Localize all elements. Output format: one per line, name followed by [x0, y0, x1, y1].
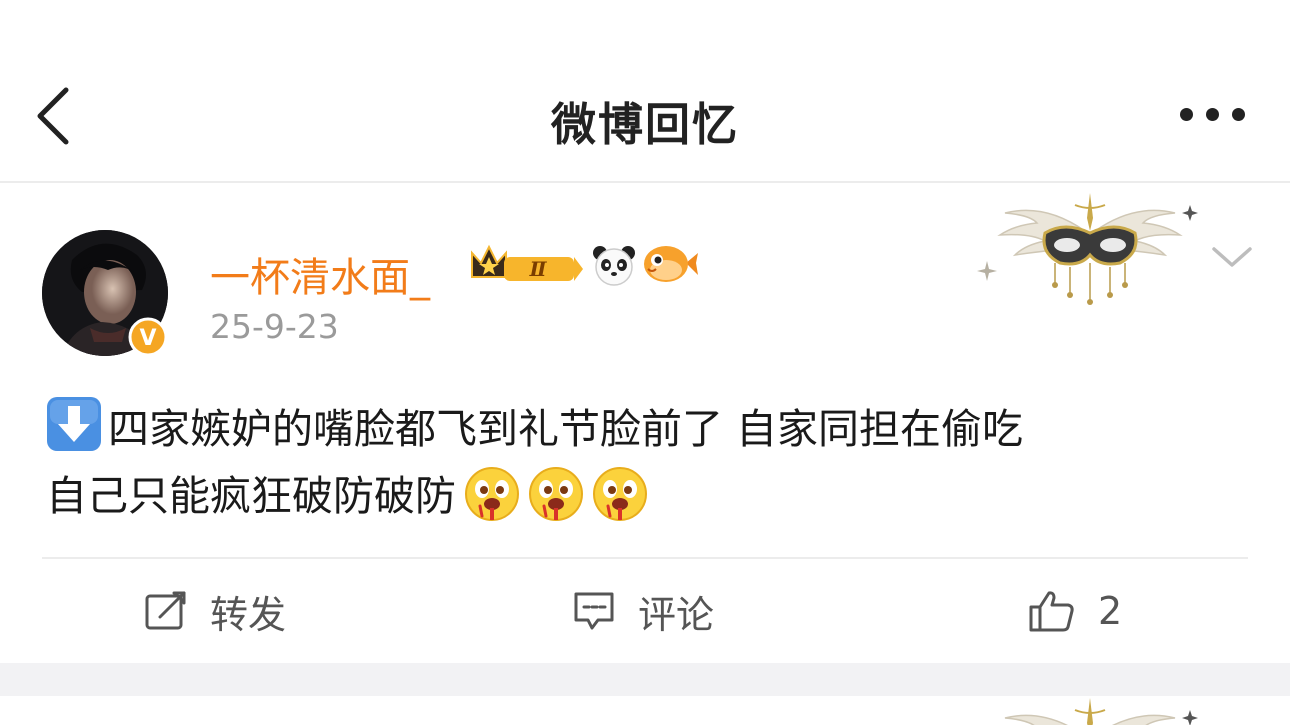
repost-button[interactable]: 转发: [144, 583, 286, 639]
next-post-card[interactable]: [0, 696, 1290, 725]
divider: [42, 557, 1248, 559]
card-separator: [0, 663, 1290, 696]
post-card[interactable]: V 一杯清水面_ Ⅱ 25-9-23 四家嫉妒的嘴脸都飞到礼节脸前了 自家同担在…: [0, 183, 1290, 663]
chevron-down-icon[interactable]: [1210, 241, 1254, 273]
drooling-face-emoji-icon: [593, 467, 647, 521]
repost-icon: [145, 591, 186, 630]
comment-label: 评论: [638, 592, 715, 637]
panda-icon: [593, 246, 635, 286]
like-button[interactable]: 2: [1028, 583, 1122, 639]
drooling-face-emoji-icon: [465, 467, 519, 521]
verified-badge-icon: V: [128, 317, 168, 357]
repost-label: 转发: [210, 592, 287, 637]
svg-text:V: V: [139, 326, 156, 351]
post-text-line-1: 四家嫉妒的嘴脸都飞到礼节脸前了 自家同担在偷吃: [108, 405, 1024, 453]
down-arrow-emoji-icon: [47, 397, 101, 451]
post-date: 25-9-23: [210, 307, 339, 346]
username[interactable]: 一杯清水面_: [210, 245, 430, 303]
comment-button[interactable]: 评论: [572, 583, 714, 639]
masquerade-mask-icon: [1004, 698, 1198, 725]
like-count: 2: [1098, 589, 1123, 633]
more-dots-icon[interactable]: [1180, 108, 1250, 122]
top-navigation-bar: 微博回忆: [0, 0, 1290, 183]
thumbs-up-icon: [1029, 591, 1074, 632]
member-badges[interactable]: Ⅱ: [470, 241, 700, 287]
post-text-line-2: 自己只能疯狂破防破防: [46, 472, 456, 520]
orange-fish-icon: [644, 246, 698, 282]
post-content: 四家嫉妒的嘴脸都飞到礼节脸前了 自家同担在偷吃 自己只能疯狂破防破防: [46, 396, 1256, 530]
masquerade-mask-icon: [977, 193, 1198, 305]
svg-text:Ⅱ: Ⅱ: [529, 257, 548, 281]
page-title: 微博回忆: [550, 98, 739, 151]
crown-badge-icon: Ⅱ: [471, 244, 583, 281]
comment-icon: [574, 592, 614, 630]
drooling-face-emoji-icon: [529, 467, 583, 521]
